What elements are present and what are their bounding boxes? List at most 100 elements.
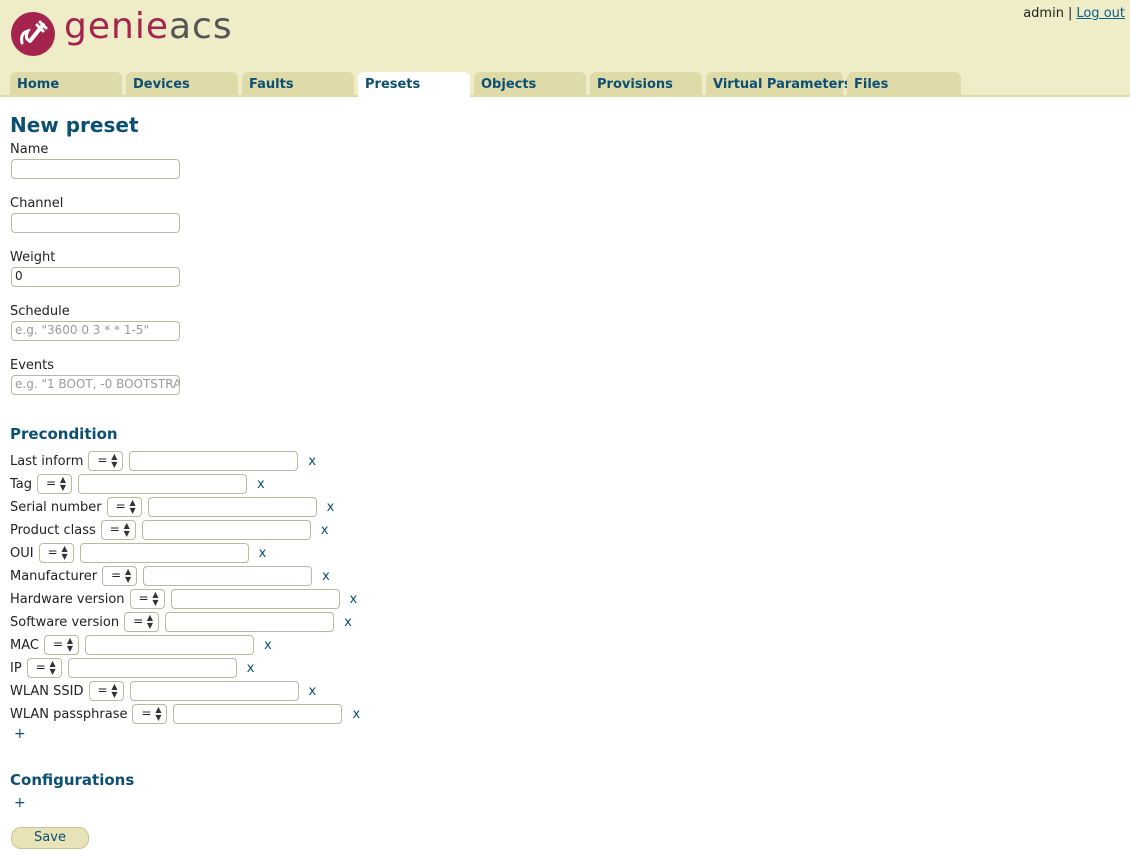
condition-label: Software version — [10, 614, 120, 630]
name-label: Name — [10, 142, 49, 157]
condition-value-input[interactable] — [170, 589, 340, 609]
tab-objects[interactable]: Objects — [474, 72, 586, 97]
events-input[interactable]: e.g. "1 BOOT, -0 BOOTSTRAP" — [11, 375, 180, 395]
condition-label: IP — [10, 660, 22, 676]
condition-row-manufacturer: Manufacturer = ▲ ▼ x — [10, 566, 330, 586]
condition-value-input[interactable] — [67, 658, 237, 678]
operator-select[interactable]: = ▲ ▼ — [88, 451, 124, 471]
weight-input[interactable]: 0 — [11, 267, 180, 287]
remove-condition-button[interactable]: x — [247, 661, 255, 676]
condition-label: Tag — [10, 476, 33, 492]
logo-text-acs: acs — [168, 6, 233, 47]
operator-select[interactable]: = ▲ ▼ — [38, 543, 74, 563]
select-arrows-icon: ▲ ▼ — [59, 475, 67, 492]
remove-condition-button[interactable]: x — [321, 523, 329, 538]
condition-value-input[interactable] — [173, 704, 343, 724]
remove-condition-button[interactable]: x — [350, 592, 358, 607]
remove-condition-button[interactable]: x — [327, 500, 335, 515]
operator-select[interactable]: = ▲ ▼ — [132, 704, 168, 724]
remove-condition-button[interactable]: x — [322, 569, 330, 584]
remove-condition-button[interactable]: x — [257, 477, 265, 492]
add-condition-button[interactable]: + — [14, 726, 26, 742]
select-arrows-icon: ▲ ▼ — [123, 521, 130, 538]
operator-value: = — [109, 522, 120, 536]
condition-row-mac: MAC = ▲ ▼ x — [10, 635, 272, 655]
condition-label: WLAN SSID — [10, 683, 84, 699]
condition-value-input[interactable] — [141, 520, 311, 540]
tab-devices[interactable]: Devices — [126, 72, 238, 97]
save-button[interactable]: Save — [11, 827, 89, 849]
operator-select[interactable]: = ▲ ▼ — [129, 589, 165, 609]
add-configuration-button[interactable]: + — [14, 795, 26, 811]
logo-text: genieacs — [64, 6, 233, 47]
page-title: New preset — [10, 113, 139, 137]
condition-value-input[interactable] — [79, 543, 249, 563]
tab-virtual-parameters[interactable]: Virtual Parameters — [706, 72, 852, 97]
remove-condition-button[interactable]: x — [352, 707, 360, 722]
condition-label: Serial number — [10, 499, 102, 515]
tab-faults[interactable]: Faults — [242, 72, 354, 97]
select-arrows-icon: ▲ ▼ — [155, 705, 162, 722]
condition-value-input[interactable] — [147, 497, 317, 517]
operator-value: = — [46, 476, 57, 490]
condition-value-input[interactable] — [129, 681, 299, 701]
condition-value-input[interactable] — [165, 612, 335, 632]
condition-row-software-version: Software version = ▲ ▼ x — [10, 612, 352, 632]
tab-provisions[interactable]: Provisions — [590, 72, 702, 97]
select-arrows-icon: ▲ ▼ — [111, 452, 118, 469]
condition-row-oui: OUI = ▲ ▼ x — [10, 543, 266, 563]
tab-files[interactable]: Files — [847, 72, 961, 97]
condition-row-hardware-version: Hardware version = ▲ ▼ x — [10, 589, 357, 609]
events-label: Events — [10, 358, 55, 373]
condition-row-ip: IP = ▲ ▼ x — [10, 658, 254, 678]
select-arrows-icon: ▲ ▼ — [61, 544, 68, 561]
app-header: genieacs admin | Log out Home Devices Faul… — [0, 0, 1130, 99]
operator-value: = — [35, 660, 46, 674]
preset-form: New preset Name Channel Weight 0 Schedul… — [10, 112, 710, 849]
select-arrows-icon: ▲ ▼ — [49, 659, 56, 676]
user-separator: | — [1067, 6, 1073, 21]
operator-select[interactable]: = ▲ ▼ — [124, 612, 160, 632]
operator-value: = — [141, 706, 152, 720]
name-input[interactable] — [11, 159, 180, 179]
channel-label: Channel — [10, 196, 64, 211]
operator-value: = — [111, 568, 122, 582]
tab-home[interactable]: Home — [10, 72, 122, 97]
operator-select[interactable]: = ▲ ▼ — [106, 497, 142, 517]
select-arrows-icon: ▲ ▼ — [146, 613, 154, 630]
operator-value: = — [138, 591, 149, 605]
remove-condition-button[interactable]: x — [308, 454, 316, 469]
channel-input[interactable] — [11, 213, 180, 233]
operator-select[interactable]: = ▲ ▼ — [37, 474, 73, 494]
precondition-heading: Precondition — [10, 425, 118, 443]
condition-row-serial-number: Serial number = ▲ ▼ x — [10, 497, 334, 517]
operator-select[interactable]: = ▲ ▼ — [26, 658, 62, 678]
schedule-input[interactable]: e.g. "3600 0 3 * * 1-5" — [11, 321, 180, 341]
configurations-heading: Configurations — [10, 771, 135, 789]
remove-condition-button[interactable]: x — [344, 615, 352, 630]
username: admin — [1023, 6, 1064, 21]
condition-value-input[interactable] — [129, 451, 299, 471]
remove-condition-button[interactable]: x — [309, 684, 317, 699]
condition-label: OUI — [10, 545, 34, 561]
operator-value: = — [133, 614, 144, 628]
operator-select[interactable]: = ▲ ▼ — [100, 520, 136, 540]
condition-label: Last inform — [10, 453, 84, 469]
condition-label: Hardware version — [10, 591, 125, 607]
tab-presets[interactable]: Presets — [358, 72, 470, 99]
remove-condition-button[interactable]: x — [259, 546, 267, 561]
schedule-label: Schedule — [10, 304, 70, 319]
operator-select[interactable]: = ▲ ▼ — [43, 635, 79, 655]
condition-value-input[interactable] — [84, 635, 254, 655]
operator-value: = — [97, 453, 108, 467]
select-arrows-icon: ▲ ▼ — [124, 567, 132, 584]
condition-value-input[interactable] — [78, 474, 248, 494]
condition-label: Manufacturer — [10, 568, 98, 584]
operator-select[interactable]: = ▲ ▼ — [102, 566, 138, 586]
operator-select[interactable]: = ▲ ▼ — [88, 681, 124, 701]
operator-value: = — [52, 637, 64, 651]
weight-label: Weight — [10, 250, 56, 265]
remove-condition-button[interactable]: x — [264, 638, 272, 653]
condition-value-input[interactable] — [143, 566, 313, 586]
logout-link[interactable]: Log out — [1076, 6, 1125, 21]
